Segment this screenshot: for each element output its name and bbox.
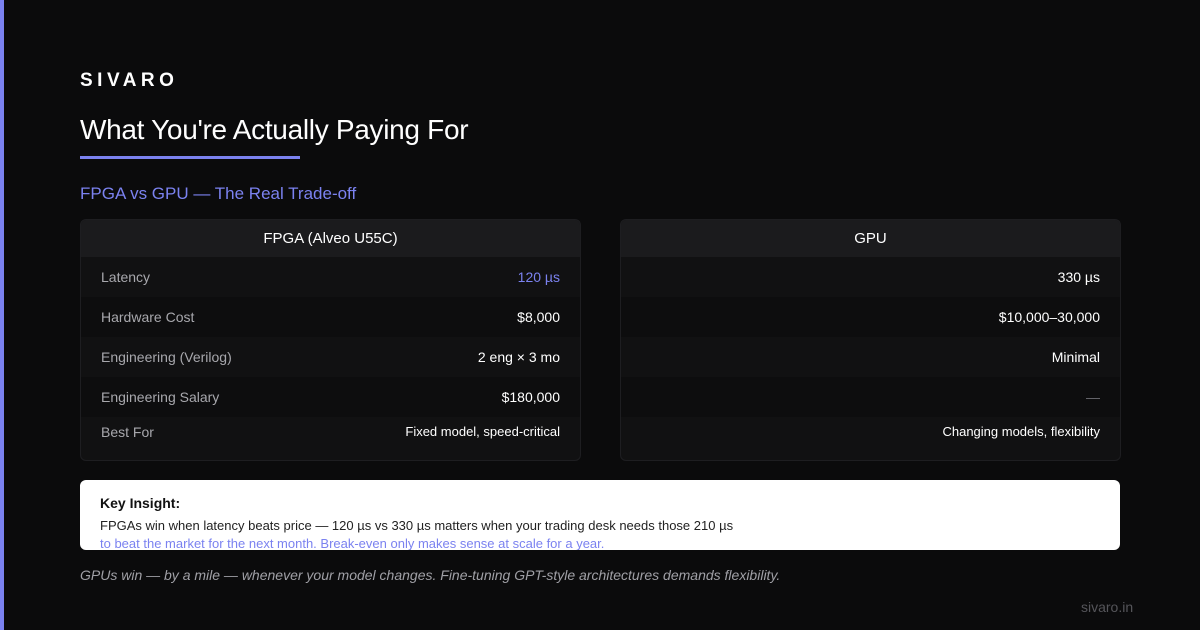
gpu-row-latency: 330 µs (621, 257, 1120, 297)
gpu-row-salary: — (621, 377, 1120, 417)
row-label: Best For (101, 424, 154, 440)
row-value: 330 µs (1057, 269, 1100, 285)
gpu-row-engineering: Minimal (621, 337, 1120, 377)
row-label: Hardware Cost (101, 309, 195, 325)
fpga-row-latency: Latency 120 µs (81, 257, 580, 297)
insight-text-highlight: to beat the market for the next month. B… (100, 536, 605, 550)
key-insight-box: Key Insight: FPGAs win when latency beat… (80, 480, 1120, 550)
title-underline (80, 156, 300, 159)
domain-link[interactable]: sivaro.in (1081, 599, 1133, 615)
row-value: Minimal (1051, 349, 1100, 365)
fpga-card-header: FPGA (Alveo U55C) (81, 220, 580, 257)
row-value: $10,000–30,000 (998, 309, 1100, 325)
fpga-row-best-for: Best For Fixed model, speed-critical (81, 417, 580, 448)
footnote: GPUs win — by a mile — whenever your mod… (80, 567, 781, 583)
row-label: Latency (101, 269, 151, 285)
row-value: Changing models, flexibility (942, 424, 1100, 439)
row-label: Engineering (Verilog) (101, 349, 232, 365)
row-value: $180,000 (501, 389, 560, 405)
brand-logo: SIVARO (80, 70, 179, 91)
gpu-card: GPU 330 µs $10,000–30,000 Minimal — Chan… (620, 219, 1121, 461)
row-value: — (1086, 389, 1100, 405)
insight-title: Key Insight: (100, 495, 181, 511)
row-value: Fixed model, speed-critical (405, 424, 560, 439)
row-value: 120 µs (517, 269, 560, 285)
gpu-card-header: GPU (621, 220, 1120, 257)
fpga-row-hardware-cost: Hardware Cost $8,000 (81, 297, 580, 337)
fpga-card: FPGA (Alveo U55C) Latency 120 µs Hardwar… (80, 219, 581, 461)
fpga-row-salary: Engineering Salary $180,000 (81, 377, 580, 417)
fpga-row-engineering: Engineering (Verilog) 2 eng × 3 mo (81, 337, 580, 377)
insight-text: FPGAs win when latency beats price — 120… (100, 518, 734, 533)
row-label: Engineering Salary (101, 389, 220, 405)
page-subtitle: FPGA vs GPU — The Real Trade-off (80, 184, 357, 203)
accent-bar (0, 0, 4, 630)
gpu-row-hardware-cost: $10,000–30,000 (621, 297, 1120, 337)
row-value: 2 eng × 3 mo (477, 349, 560, 365)
row-value: $8,000 (517, 309, 560, 325)
page-title: What You're Actually Paying For (80, 114, 469, 145)
gpu-row-best-for: Changing models, flexibility (621, 417, 1120, 448)
